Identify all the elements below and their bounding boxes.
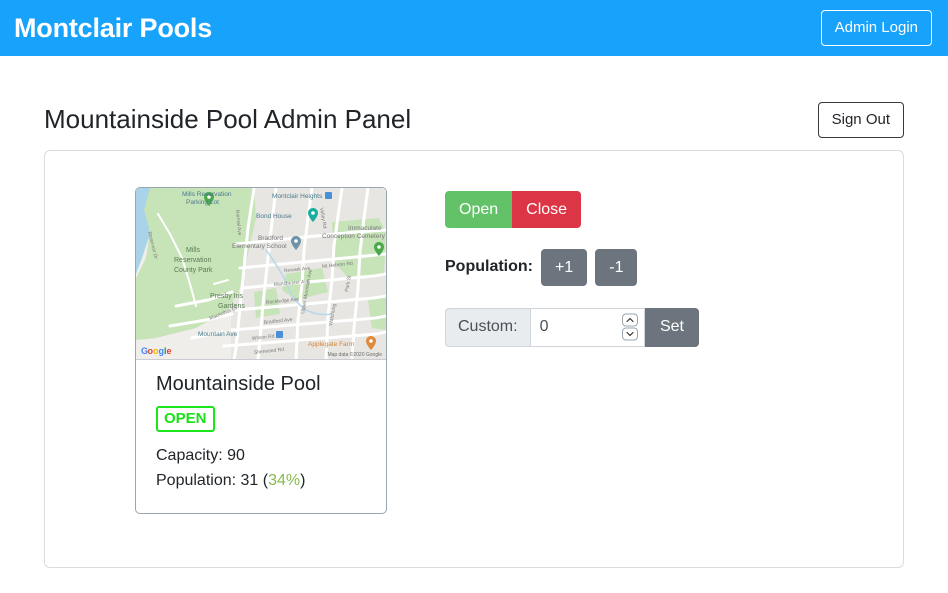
map-label-mills-parking: Mills Reservation [182, 191, 232, 198]
map-label-mills-park-3: County Park [174, 267, 213, 274]
capacity-line: Capacity: 90 [156, 444, 366, 469]
population-suffix: ) [300, 472, 305, 489]
google-logo: G o o g l e [141, 346, 172, 356]
map-marker-mountain-ave [276, 331, 283, 338]
pool-name: Mountainside Pool [156, 372, 366, 396]
map-label-immaculate-2: Conception Cemetery [322, 233, 386, 240]
map-marker-montclair-heights [325, 192, 332, 199]
spinner-up-icon[interactable] [622, 314, 638, 327]
controls-area: Open Close Population: +1 -1 Custom: 0 [445, 187, 699, 347]
brand-title: Montclair Pools [14, 15, 212, 42]
pool-card-body: Mountainside Pool OPEN Capacity: 90 Popu… [136, 360, 386, 514]
population-controls-row: Population: +1 -1 [445, 249, 699, 286]
page-header: Mountainside Pool Admin Panel Sign Out [44, 56, 904, 150]
pool-card[interactable]: Mills Reservation Parking Lot Montclair … [135, 187, 387, 515]
status-badge: OPEN [156, 406, 215, 432]
population-prefix: Population: 31 ( [156, 472, 268, 489]
map-label-mills-park-1: Mills [186, 247, 200, 254]
map-label-bradford-2: Elementary School [232, 243, 287, 250]
custom-population-group: Custom: 0 Set [445, 308, 699, 347]
page-title: Mountainside Pool Admin Panel [44, 104, 411, 135]
open-close-button-group: Open Close [445, 191, 581, 228]
map-attribution: Map data ©2020 Google [327, 351, 382, 358]
spinner-down-icon[interactable] [622, 328, 638, 341]
map-label-montclair-heights: Montclair Heights [272, 193, 323, 200]
svg-text:e: e [167, 346, 172, 356]
population-percent: 34% [268, 472, 300, 489]
map-label-bond-house: Bond House [256, 213, 292, 220]
population-decrement-button[interactable]: -1 [595, 249, 637, 286]
open-button[interactable]: Open [445, 191, 512, 228]
close-button[interactable]: Close [512, 191, 581, 228]
admin-login-button[interactable]: Admin Login [821, 10, 932, 46]
page-container: Mountainside Pool Admin Panel Sign Out [0, 56, 948, 568]
custom-label: Custom: [445, 308, 530, 347]
map-label-bradford-1: Bradford [258, 235, 283, 242]
map-label-mountain-ave: Mountain Ave [198, 331, 238, 338]
population-increment-button[interactable]: +1 [541, 249, 587, 286]
map-label-presby-1: Presby Iris [210, 293, 244, 300]
map-label-immaculate-1: Immaculate [348, 225, 382, 232]
map-label-applegate: Applegate Farm [308, 341, 354, 348]
number-spinner[interactable] [622, 314, 638, 341]
population-line: Population: 31 (34%) [156, 469, 366, 494]
top-navbar: Montclair Pools Admin Login [0, 0, 948, 56]
pool-map-image[interactable]: Mills Reservation Parking Lot Montclair … [136, 188, 386, 360]
sign-out-button[interactable]: Sign Out [818, 102, 904, 138]
custom-input-wrapper[interactable]: 0 [530, 308, 645, 347]
map-label-mills-parking-2: Parking Lot [186, 199, 219, 206]
set-population-button[interactable]: Set [645, 308, 699, 347]
admin-panel: Mills Reservation Parking Lot Montclair … [44, 150, 904, 568]
custom-input-value[interactable]: 0 [531, 318, 549, 336]
map-label-mills-park-2: Reservation [174, 257, 211, 264]
population-label: Population: [445, 258, 533, 276]
